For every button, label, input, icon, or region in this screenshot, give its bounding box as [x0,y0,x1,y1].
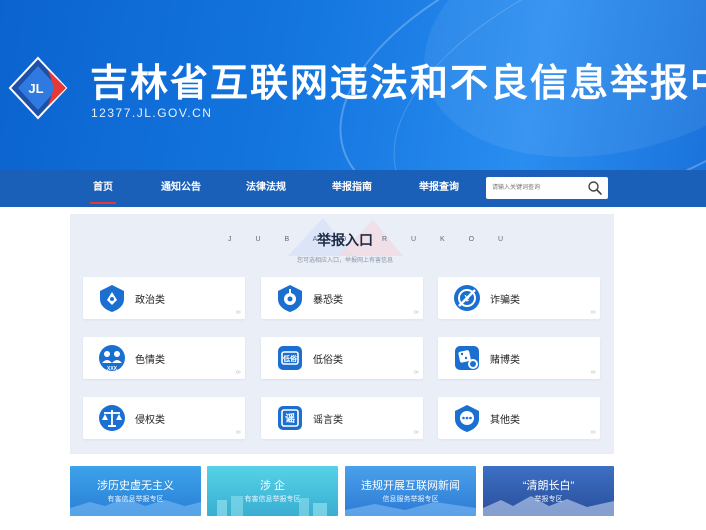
feature-subtitle: 有害信息举报专区 [107,496,164,503]
jl-logo-icon[interactable]: JL [8,56,68,120]
svg-text:谣: 谣 [285,412,295,425]
card-label: 谣言类 [313,415,343,426]
card-label: 赌博类 [490,355,520,366]
card-arrow: »» [235,309,241,316]
card-arrow: »» [235,429,241,436]
card-label: 暴恐类 [313,295,343,306]
feature-subtitle: 信息服务举报专区 [382,496,439,503]
card-label: 色情类 [135,355,165,366]
card-arrow: »» [590,369,596,376]
feature-banner-enterprise[interactable]: 涉 企 有害信息举报专区 [207,466,338,516]
svg-text:低俗: 低俗 [282,354,298,363]
report-card-porn[interactable]: XXX 色情类 »» [83,337,245,379]
feature-banner-historical-nihilism[interactable]: 涉历史虚无主义 有害信息举报专区 [70,466,201,516]
report-card-fraud[interactable]: ¥ 诈骗类 »» [438,277,600,319]
panel-subtitle: 您可选相应入口，举报网上有害信息 [296,258,393,264]
logo-text: JL [28,81,43,96]
site-banner: JL 吉林省互联网违法和不良信息举报中心 12377.JL.GOV.CN [0,0,706,170]
nav-item-laws[interactable]: 法律法规 [245,170,287,207]
rumor-icon: 谣 [278,406,302,430]
report-card-terror[interactable]: 暴恐类 »» [261,277,423,319]
feature-title: “清朗长白” [522,480,575,492]
svg-text:XXX: XXX [107,366,118,372]
card-label: 诈骗类 [490,295,520,306]
nav-item-query[interactable]: 举报查询 [418,170,460,207]
nav-item-notices[interactable]: 通知公告 [160,170,202,207]
card-arrow: »» [590,309,596,316]
report-card-political[interactable]: 政治类 »» [83,277,245,319]
other-icon [455,405,479,432]
report-card-infringement[interactable]: 侵权类 »» [83,397,245,439]
report-card-gambling[interactable]: 赌博类 »» [438,337,600,379]
card-arrow: »» [413,369,419,376]
political-icon [100,285,124,312]
search-box [486,177,608,199]
feature-title: 涉 企 [259,480,286,492]
card-label: 其他类 [490,415,520,426]
terror-icon [278,285,302,312]
feature-title: 违规开展互联网新闻 [361,480,460,492]
card-arrow: »» [590,429,596,436]
search-input[interactable] [492,180,580,196]
vulgar-icon: 低俗 [278,346,302,370]
feature-subtitle: 有害信息举报专区 [244,496,301,503]
card-arrow: »» [413,429,419,436]
feature-banner-qinglang-changbai[interactable]: “清朗长白” 举报专区 [483,466,614,516]
search-icon[interactable] [587,180,603,196]
site-domain: 12377.JL.GOV.CN [91,106,213,120]
report-card-rumor[interactable]: 谣 谣言类 »» [261,397,423,439]
svg-text:¥: ¥ [464,294,469,304]
card-label: 政治类 [135,295,165,306]
feature-title: 涉历史虚无主义 [97,480,174,492]
site-title: 吉林省互联网违法和不良信息举报中心 [90,63,706,105]
card-arrow: »» [413,309,419,316]
nav-item-guide[interactable]: 举报指南 [331,170,373,207]
porn-icon: XXX [99,345,125,372]
feature-banner-illegal-news[interactable]: 违规开展互联网新闻 信息服务举报专区 [345,466,476,516]
feature-subtitle: 举报专区 [534,496,563,503]
fraud-icon: ¥ [454,285,480,311]
report-card-vulgar[interactable]: 低俗 低俗类 »» [261,337,423,379]
card-arrow: »» [235,369,241,376]
report-card-other[interactable]: 其他类 »» [438,397,600,439]
card-label: 侵权类 [135,415,165,426]
nav-item-home[interactable]: 首页 [88,170,118,207]
panel-title: 举报入口 [317,232,373,248]
card-label: 低俗类 [313,355,343,366]
gambling-icon [455,346,479,370]
infringement-icon [99,405,125,431]
title-pinyin-right: R U K O U [382,236,515,243]
